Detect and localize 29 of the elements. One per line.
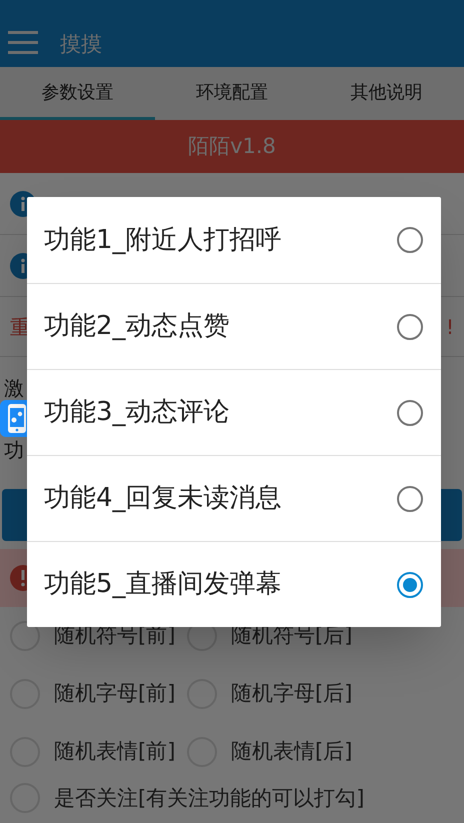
option-label: 功能5_直播间发弹幕 [44,568,282,601]
tab[interactable]: 其他说明 [309,67,464,120]
radio-button[interactable] [397,400,423,426]
option-label: 随机表情[前] [54,738,176,766]
setting-label: 激 [4,375,24,402]
banner-title: 陌陌v1.8 [188,132,276,160]
dialog-option[interactable]: 功能2_动态点赞 [27,283,441,369]
dialog-option[interactable]: 功能4_回复未读消息 [27,455,441,541]
radio-button[interactable] [397,486,423,512]
option-label: 随机表情[后] [231,738,352,766]
option-label: 随机字母[后] [231,680,352,708]
menu-icon[interactable] [8,29,38,55]
option-label: 功能1_附近人打招呼 [44,224,282,256]
notice-text: 重 [10,314,30,340]
setting-label: 功 [4,437,24,464]
option-label: 是否关注[有关注功能的可以打勾] [54,785,364,812]
dialog-option[interactable]: 功能3_动态评论 [27,369,441,455]
dialog-option[interactable]: 功能1_附近人打招呼 [27,197,441,283]
app-title: 摸摸 [60,34,102,55]
radio-button[interactable] [397,314,423,340]
option-label: 功能4_回复未读消息 [44,482,282,515]
tab[interactable]: 环境配置 [154,67,310,120]
notice-mark: ! [446,314,454,340]
option-label: 功能2_动态点赞 [44,310,230,343]
option-label: 功能3_动态评论 [44,396,230,429]
option-label: 随机字母[前] [54,680,176,708]
radio-button[interactable] [397,227,423,253]
radio-button[interactable] [397,572,423,598]
dialog-option[interactable]: 功能5_直播间发弹幕 [27,541,441,627]
